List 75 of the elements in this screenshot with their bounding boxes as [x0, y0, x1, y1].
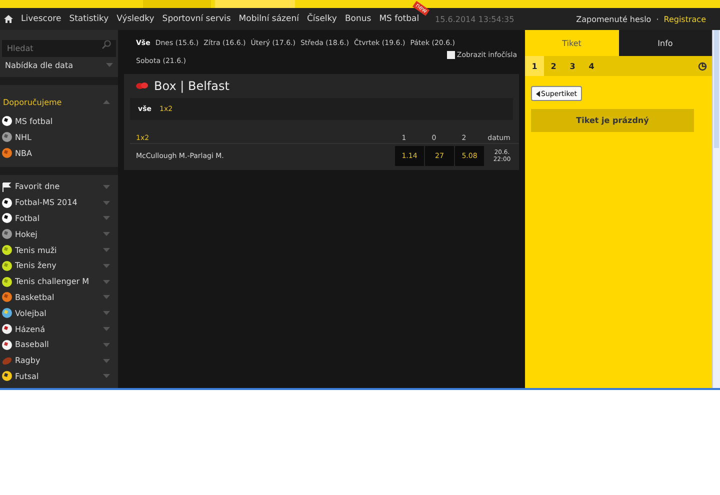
sport-item[interactable]: Tenis muži: [0, 242, 118, 258]
rugby-ball-icon: [2, 356, 12, 366]
caret-icon: [103, 295, 110, 300]
flag-icon: [2, 182, 12, 192]
puck-icon: [2, 132, 12, 142]
sport-item[interactable]: Favorit dne: [0, 179, 118, 195]
nav-link[interactable]: Livescore: [21, 14, 62, 24]
sport-item[interactable]: Baseball: [0, 336, 118, 353]
ball-icon: [2, 245, 12, 256]
nav-link[interactable]: Bonus: [344, 14, 372, 24]
ball-icon: [2, 276, 12, 287]
sport-item[interactable]: MS fotbal: [0, 113, 118, 129]
ball-icon: [2, 198, 12, 208]
caret-icon: [536, 90, 540, 96]
scrollbar[interactable]: [712, 30, 720, 388]
section-title: Doporučujeme: [3, 98, 62, 106]
ball-icon: [2, 116, 12, 126]
home-icon[interactable]: [4, 15, 13, 23]
ball-icon: [2, 308, 12, 318]
empty-ticket-message: Tiket je prázdný: [531, 109, 694, 132]
caret-icon: [103, 100, 110, 104]
sport-item[interactable]: Fotbal: [0, 210, 118, 226]
caret-icon: [103, 374, 110, 378]
ticket-number-tab[interactable]: 2: [544, 56, 563, 76]
puck-icon: [2, 229, 12, 240]
caret-icon: [103, 216, 110, 220]
nav-link[interactable]: Sportovní servis: [162, 14, 231, 24]
sport-item[interactable]: NBA: [0, 145, 118, 161]
sport-item[interactable]: Fotbal-MS 2014: [0, 194, 118, 211]
nav-link[interactable]: Výsledky: [116, 14, 154, 24]
search-icon: [102, 40, 111, 49]
caret-icon: [103, 358, 110, 363]
offer-dropdown[interactable]: Nabídka dle data: [0, 56, 118, 74]
caret-icon: [103, 342, 110, 347]
sport-item[interactable]: Hokej: [0, 226, 118, 242]
ball-icon: [2, 260, 12, 271]
sport-item[interactable]: Ragby: [0, 352, 118, 369]
gloves-icon: [136, 82, 148, 90]
nav-link[interactable]: Statistiky: [69, 14, 109, 24]
nav-link[interactable]: Číselky: [306, 14, 337, 24]
ball-icon: [2, 324, 12, 334]
sport-item[interactable]: Futsal: [0, 368, 118, 384]
datetime: 15.6.2014 13:54:35: [435, 14, 516, 24]
nav-link[interactable]: MS fotbal: [379, 14, 420, 24]
header-tab[interactable]: [215, 0, 295, 8]
caret-icon: [103, 264, 110, 268]
caret-icon: [103, 232, 110, 236]
caret-icon: [106, 63, 113, 67]
event-title: Box | Belfast: [154, 79, 230, 93]
register-link[interactable]: Registrace: [664, 14, 706, 24]
sport-item[interactable]: Tenis ženy: [0, 258, 118, 274]
caret-icon: [103, 280, 110, 284]
sport-item[interactable]: Tenis challenger M: [0, 274, 118, 290]
ball-icon: [2, 148, 12, 158]
caret-icon: [103, 248, 110, 252]
sport-item[interactable]: Házená: [0, 321, 118, 337]
ball-icon: [2, 292, 12, 302]
ticket-number-tab[interactable]: 1: [525, 56, 544, 76]
separator-dot: ·: [656, 14, 659, 24]
nav-link[interactable]: Mobilní sázení: [238, 14, 299, 24]
sport-item[interactable]: NHL: [0, 129, 118, 145]
sport-item[interactable]: Volejbal: [0, 305, 118, 322]
caret-icon: [103, 327, 110, 332]
ticket-tab[interactable]: Tiket: [525, 30, 618, 56]
forgot-password-link[interactable]: Zapomenuté heslo: [576, 14, 652, 24]
header-tab[interactable]: [143, 0, 211, 8]
caret-icon: [103, 200, 110, 205]
search-field[interactable]: Hledat: [2, 40, 116, 57]
ticket-number-tab[interactable]: 3: [563, 56, 582, 76]
ball-icon: [2, 340, 12, 350]
ticket-number-tab[interactable]: 4: [582, 56, 601, 76]
sport-item[interactable]: Basketbal: [0, 290, 118, 306]
caret-icon: [103, 311, 110, 316]
caret-icon: [103, 184, 110, 189]
ball-icon: [2, 213, 12, 224]
